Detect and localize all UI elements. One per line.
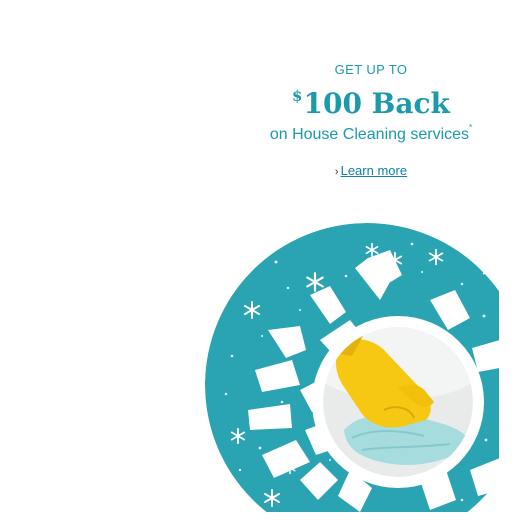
cleaning-illustration [205,223,499,512]
decorative-circle [205,223,499,512]
